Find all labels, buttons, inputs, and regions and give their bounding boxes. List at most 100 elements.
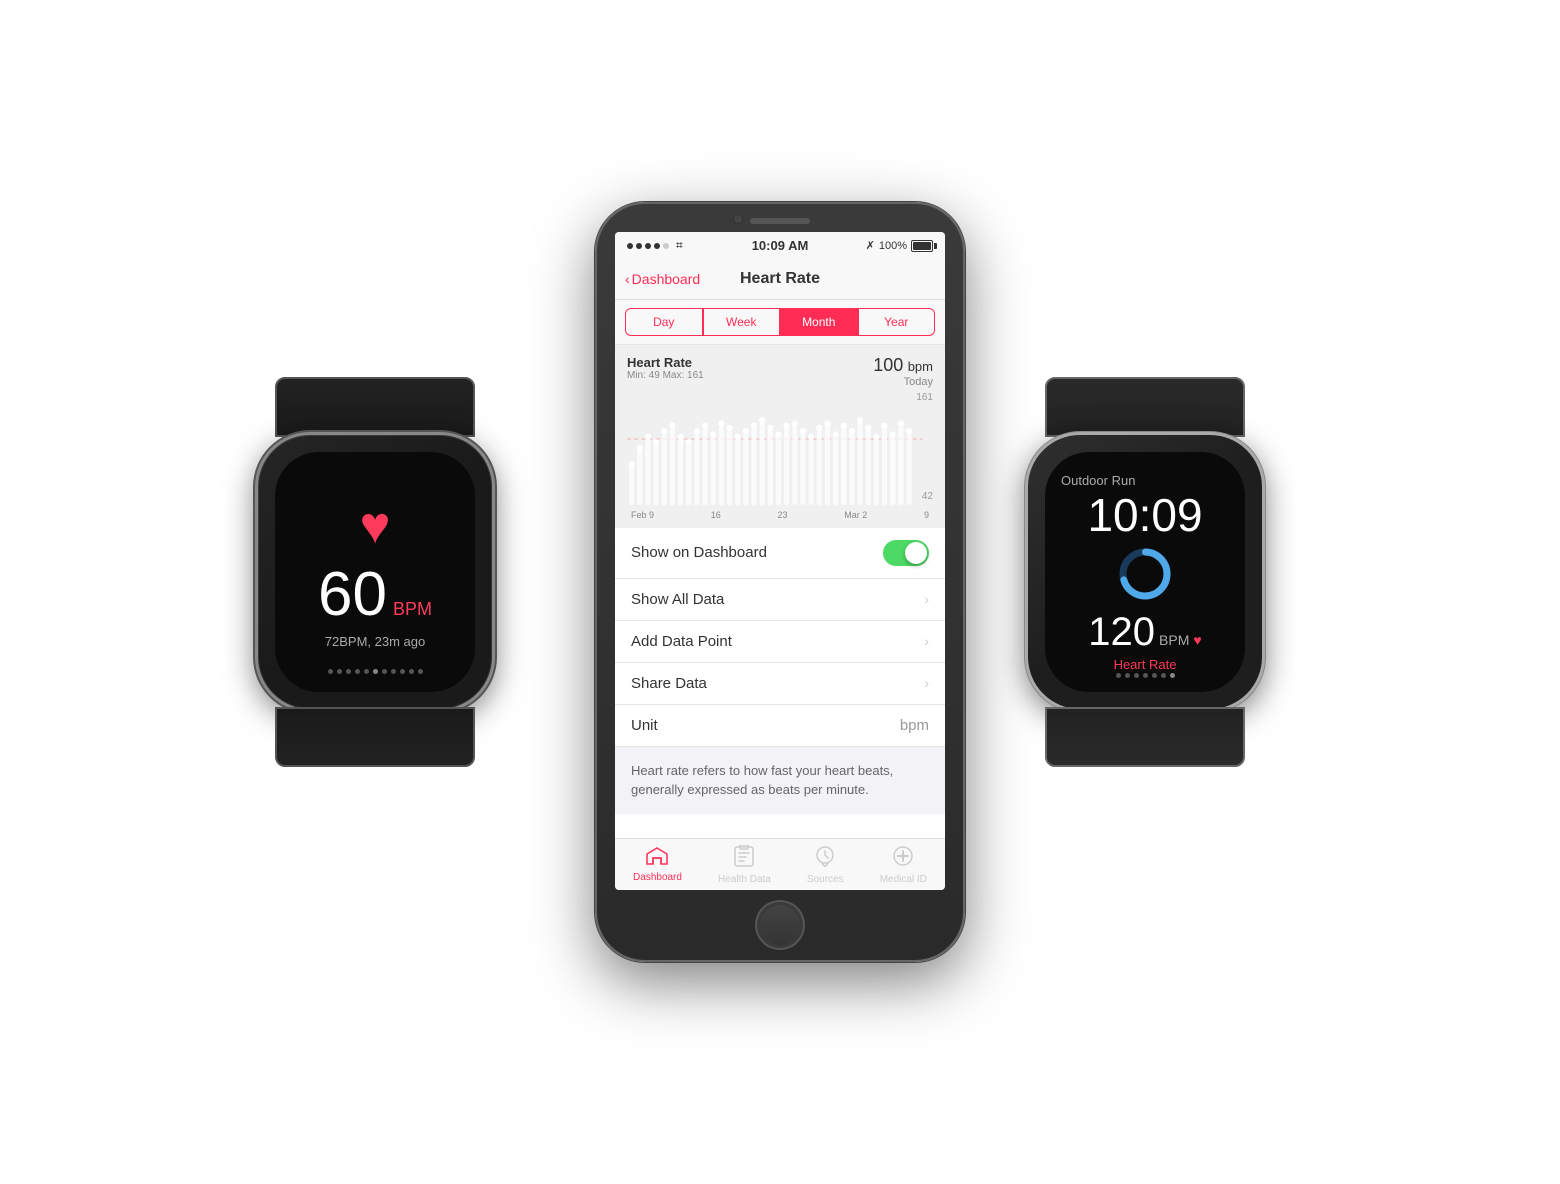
bpm-number-left: 60 (318, 564, 387, 626)
bpm-label-left: BPM (393, 599, 432, 620)
battery-percent: 100% (879, 240, 907, 252)
back-button[interactable]: ‹ Dashboard (625, 271, 700, 287)
tab-bar: Dashboard Health Data (615, 838, 945, 890)
dot-10 (409, 669, 414, 674)
watch-right: Outdoor Run 10:09 120 BPM (1025, 432, 1305, 752)
iphone-home-button[interactable] (755, 900, 805, 950)
iphone-body: ⌗ 10:09 AM ✗ 100% ‹ Dashboard (595, 202, 965, 962)
list-item-unit: Unit bpm (615, 705, 945, 747)
dot-7 (382, 669, 387, 674)
watch-dots-left (328, 669, 423, 674)
list-item-add-data[interactable]: Add Data Point › (615, 621, 945, 663)
chart-canvas: 161 42 (627, 392, 933, 522)
chart-value: 100 (873, 355, 903, 375)
scene: ♥ 60 BPM 72BPM, 23m ago (0, 0, 1560, 1184)
tab-dashboard[interactable]: Dashboard (633, 847, 682, 883)
health-data-tab-label: Health Data (718, 874, 771, 885)
heart-rate-description: Heart rate refers to how fast your heart… (615, 747, 945, 814)
x-label-0: Feb 9 (631, 510, 654, 520)
seg-week[interactable]: Week (703, 308, 781, 336)
heart-icon-right: ♥ (1193, 632, 1201, 648)
rdot-7 (1170, 673, 1175, 678)
medical-id-tab-label: Medical ID (880, 874, 927, 885)
share-data-label: Share Data (631, 675, 707, 692)
segmented-control: Day Week Month Year (615, 300, 945, 345)
list-item-share-data[interactable]: Share Data › (615, 663, 945, 705)
all-data-chevron-icon: › (924, 591, 929, 607)
add-data-chevron-icon: › (924, 633, 929, 649)
dashboard-toggle[interactable] (883, 540, 929, 566)
toggle-knob (905, 542, 927, 564)
sources-tab-label: Sources (807, 874, 844, 885)
all-data-right: › (924, 591, 929, 607)
iphone-camera (733, 214, 743, 224)
bpm-display-left: 60 BPM (318, 564, 432, 626)
unit-right: bpm (900, 717, 929, 734)
chart-svg (627, 406, 933, 516)
bpm-lbl-right: BPM (1159, 632, 1189, 648)
chart-date: Today (873, 376, 933, 388)
list-item-dashboard[interactable]: Show on Dashboard (615, 528, 945, 579)
watch-crown-left-2 (494, 570, 495, 595)
wifi-icon: ⌗ (676, 238, 683, 253)
heart-icon-left: ♥ (360, 496, 391, 556)
watch-crown-left (494, 515, 495, 560)
rdot-3 (1134, 673, 1139, 678)
signal-dot-4 (654, 243, 660, 249)
back-chevron-icon: ‹ (625, 271, 630, 287)
tab-health-data[interactable]: Health Data (718, 845, 771, 885)
watch-body-right: Outdoor Run 10:09 120 BPM (1025, 432, 1265, 712)
list-item-all-data[interactable]: Show All Data › (615, 579, 945, 621)
watch-left: ♥ 60 BPM 72BPM, 23m ago (255, 432, 535, 752)
bluetooth-icon: ✗ (866, 239, 875, 252)
tab-medical-id[interactable]: Medical ID (880, 845, 927, 885)
rdot-5 (1152, 673, 1157, 678)
chart-title-group: Heart Rate Min: 49 Max: 161 (627, 355, 704, 381)
all-data-label: Show All Data (631, 591, 724, 608)
nav-title: Heart Rate (740, 270, 820, 288)
add-data-label: Add Data Point (631, 633, 732, 650)
chart-area: Heart Rate Min: 49 Max: 161 100 bpm Toda… (615, 345, 945, 528)
medical-id-tab-icon (893, 845, 913, 872)
status-right: ✗ 100% (866, 239, 933, 252)
dot-5 (364, 669, 369, 674)
chart-value-unit: bpm (908, 359, 933, 374)
battery-icon (911, 240, 933, 252)
dashboard-tab-label: Dashboard (633, 872, 682, 883)
chart-x-labels: Feb 9 16 23 Mar 2 9 (627, 510, 933, 520)
chart-max-label: 161 (916, 392, 933, 403)
chart-subtitle: Min: 49 Max: 161 (627, 370, 704, 381)
time-right: 10:09 (1061, 492, 1229, 538)
iphone-speaker (750, 218, 810, 224)
chart-header: Heart Rate Min: 49 Max: 161 100 bpm Toda… (627, 355, 933, 388)
watch-strap-bottom-left (275, 707, 475, 767)
dot-11 (418, 669, 423, 674)
nav-bar: ‹ Dashboard Heart Rate (615, 260, 945, 300)
watch-dots-right (1116, 673, 1175, 678)
ring-svg (1117, 546, 1173, 602)
hr-label-right: Heart Rate (1114, 657, 1177, 672)
seg-month[interactable]: Month (780, 308, 858, 336)
x-label-4: 9 (924, 510, 929, 520)
seg-year[interactable]: Year (858, 308, 936, 336)
activity-ring (1117, 546, 1173, 602)
add-data-right: › (924, 633, 929, 649)
share-data-right: › (924, 675, 929, 691)
signal-dot-3 (645, 243, 651, 249)
x-label-3: Mar 2 (844, 510, 867, 520)
rdot-6 (1161, 673, 1166, 678)
unit-value: bpm (900, 717, 929, 734)
list-section: Show on Dashboard Show All Data › (615, 528, 945, 838)
watch-strap-top-right (1045, 377, 1245, 437)
seg-day[interactable]: Day (625, 308, 703, 336)
iphone-screen: ⌗ 10:09 AM ✗ 100% ‹ Dashboard (615, 232, 945, 890)
watch-screen-right: Outdoor Run 10:09 120 BPM (1045, 452, 1245, 692)
share-data-chevron-icon: › (924, 675, 929, 691)
dot-2 (337, 669, 342, 674)
back-label: Dashboard (632, 271, 701, 287)
dot-9 (400, 669, 405, 674)
tab-sources[interactable]: Sources (807, 845, 844, 885)
watch-crown-right (1025, 515, 1026, 560)
dot-1 (328, 669, 333, 674)
watch-screen-left: ♥ 60 BPM 72BPM, 23m ago (275, 452, 475, 692)
